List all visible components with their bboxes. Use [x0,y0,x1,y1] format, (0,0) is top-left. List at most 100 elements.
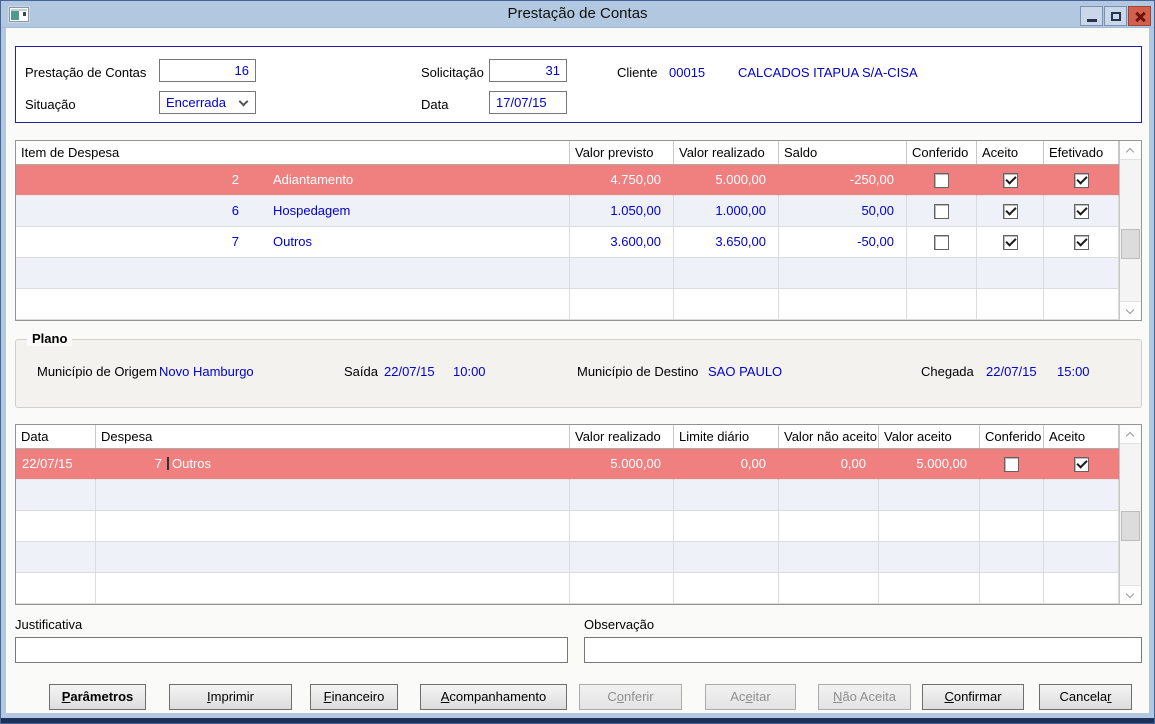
empty-cell [779,258,907,289]
destino-value: SAO PAULO [708,364,783,379]
empty-cell [1044,511,1119,542]
scroll-up-button[interactable] [1120,141,1141,160]
valor-aceito-cell: 5.000,00 [879,449,980,480]
scroll-down-button[interactable] [1120,585,1141,604]
observacao-label: Observação [584,617,655,632]
items-table-empty-row[interactable] [16,289,1119,320]
chevron-down-icon [238,96,249,107]
daily-table-scrollbar[interactable] [1119,425,1141,604]
aceito-checkbox[interactable] [1002,203,1018,219]
empty-cell [779,289,907,320]
daily-table-header: Data Despesa Valor realizado Limite diár… [16,425,1119,449]
acompanhamento-button[interactable]: Acompanhamento [420,684,567,710]
conferido-checkbox[interactable] [934,234,949,250]
aceito-checkbox[interactable] [1002,172,1018,188]
column-header[interactable]: Valor não aceito [779,425,879,448]
scroll-down-button[interactable] [1120,301,1141,320]
conferido-checkbox[interactable] [1004,456,1019,472]
item-cell: 7 Outros [16,227,570,258]
items-table-scrollbar[interactable] [1119,141,1141,320]
empty-cell [907,258,977,289]
cancelar-button[interactable]: Cancelar [1039,684,1132,710]
aceito-cell [1044,449,1119,480]
items-table-row-selected[interactable]: 2 Adiantamento 4.750,00 5.000,00 -250,00 [16,165,1119,196]
data-label: Data [421,97,449,112]
scroll-up-button[interactable] [1120,425,1141,444]
daily-table-empty-row[interactable] [16,480,1119,511]
saida-label: Saída [344,364,378,379]
saida-time: 10:00 [453,364,486,379]
maximize-button[interactable] [1104,6,1127,26]
situacao-label: Situação [25,97,76,112]
efetivado-checkbox[interactable] [1073,172,1089,188]
empty-cell [674,511,779,542]
scrollbar-thumb[interactable] [1121,511,1140,541]
efetivado-cell [1044,196,1119,227]
empty-cell [977,258,1044,289]
justificativa-input[interactable] [15,637,568,663]
conferido-checkbox[interactable] [934,172,949,188]
destino-label: Município de Destino [577,364,699,379]
empty-cell [980,480,1044,511]
imprimir-button[interactable]: Imprimir [169,684,292,710]
daily-table-empty-row[interactable] [16,573,1119,604]
empty-cell [570,289,674,320]
daily-table-row-selected[interactable]: 22/07/15 7 Outros 5.000,00 0,00 0,00 5.00… [16,449,1119,480]
empty-cell [674,480,779,511]
situacao-value: Encerrada [166,95,226,110]
column-header[interactable]: Data [16,425,96,448]
column-header[interactable]: Efetivado [1044,141,1119,164]
cliente-label: Cliente [617,65,658,80]
aceitar-button[interactable]: Aceitar [705,684,796,710]
aceito-cell [977,196,1044,227]
efetivado-checkbox[interactable] [1073,203,1089,219]
column-header[interactable]: Valor previsto [570,141,674,164]
column-header[interactable]: Valor aceito [879,425,980,448]
confirmar-button[interactable]: Confirmar [922,684,1024,710]
conferir-button[interactable]: Conferir [579,684,682,710]
items-table-empty-row[interactable] [16,258,1119,289]
column-header[interactable]: Aceito [1044,425,1119,448]
scrollbar-thumb[interactable] [1121,229,1140,259]
close-button[interactable] [1128,6,1151,26]
column-header[interactable]: Saldo [779,141,907,164]
items-table-row[interactable]: 6 Hospedagem 1.050,00 1.000,00 50,00 [16,196,1119,227]
empty-cell [779,480,879,511]
empty-cell [570,573,674,604]
financeiro-button[interactable]: Financeiro [310,684,398,710]
window-bottom-edge [1,718,1154,723]
column-header[interactable]: Despesa [96,425,570,448]
prestacao-input[interactable]: 16 [159,59,256,82]
empty-cell [1044,573,1119,604]
valor-realizado-cell: 5.000,00 [570,449,674,480]
empty-cell [674,573,779,604]
column-header[interactable]: Limite diário [674,425,779,448]
daily-table-empty-row[interactable] [16,511,1119,542]
column-header[interactable]: Aceito [977,141,1044,164]
origem-value: Novo Hamburgo [159,364,254,379]
solicitacao-input[interactable]: 31 [489,59,567,82]
situacao-dropdown[interactable]: Encerrada [159,91,256,114]
column-header[interactable]: Valor realizado [570,425,674,448]
minimize-button[interactable] [1080,6,1103,26]
efetivado-checkbox[interactable] [1073,234,1089,250]
daily-table-empty-row[interactable] [16,542,1119,573]
data-cell: 22/07/15 [16,449,96,480]
aceito-cell [977,227,1044,258]
nao-aceita-button[interactable]: Não Aceita [818,684,911,710]
observacao-input[interactable] [584,637,1142,663]
parametros-button[interactable]: Parâmetros [49,684,146,710]
column-header[interactable]: Conferido [907,141,977,164]
conferido-checkbox[interactable] [934,203,949,219]
empty-cell [16,542,96,573]
aceito-checkbox[interactable] [1073,456,1089,472]
column-header[interactable]: Item de Despesa [16,141,570,164]
items-table-row[interactable]: 7 Outros 3.600,00 3.650,00 -50,00 [16,227,1119,258]
data-input[interactable]: 17/07/15 [489,91,567,114]
column-header[interactable]: Valor realizado [674,141,779,164]
aceito-checkbox[interactable] [1002,234,1018,250]
empty-cell [96,511,570,542]
column-header[interactable]: Conferido [980,425,1044,448]
titlebar[interactable]: Prestação de Contas [1,1,1154,28]
despesa-cell: 7 Outros [96,449,570,480]
